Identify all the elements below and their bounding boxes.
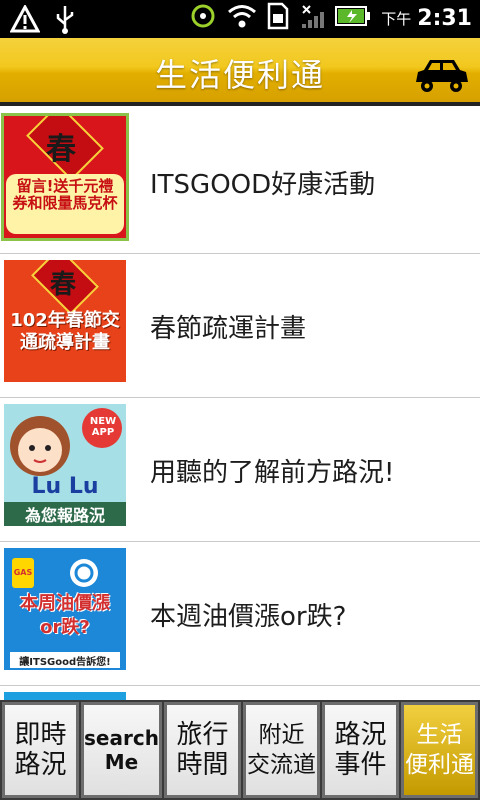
tab-label: 旅行: [176, 720, 229, 750]
promo-thumbnail: 春 留言!送千元禮券和限量馬克杯: [1, 113, 129, 241]
status-time: 2:31: [417, 5, 472, 31]
tab-search-me[interactable]: search Me: [81, 702, 162, 798]
item-list: 春 留言!送千元禮券和限量馬克杯 ITSGOOD好康活動 春 102年春節交通疏…: [0, 110, 480, 700]
signal-icon: [299, 2, 325, 34]
wifi-icon: [227, 3, 257, 33]
tab-label: 即時: [14, 720, 67, 750]
lulu-app-thumbnail: NEW APP Lu Lu 為您報路況: [4, 404, 126, 526]
promo-thumbnail-text: 留言!送千元禮券和限量馬克杯: [12, 177, 118, 212]
tab-label: 路況: [14, 750, 67, 780]
fuel-price-thumbnail: GAS 本周油價漲or跌? 讓ITSGood告訴您!: [4, 548, 126, 670]
gas-label: GAS: [13, 568, 33, 577]
page-title: 生活便利通: [154, 56, 325, 94]
list-item[interactable]: NEW APP Lu Lu 為您報路況 用聽的了解前方路況!: [0, 398, 480, 542]
lulu-app-name: Lu Lu: [31, 474, 99, 499]
fuel-price-subtext: 讓ITSGood告訴您!: [19, 657, 111, 668]
next-thumbnail: [4, 692, 126, 700]
list-item-label: ITSGOOD好康活動: [150, 169, 376, 200]
bottom-tab-bar: 即時 路況 search Me 旅行 時間 附近 交流道 路況 事件 生活 便利通: [0, 700, 480, 800]
traffic-plan-thumbnail: 春 102年春節交通疏導計畫: [4, 260, 126, 382]
sim-icon: [267, 2, 289, 34]
new-app-badge: NEW APP: [89, 416, 117, 438]
list-item-label: 春節疏運計畫: [150, 313, 307, 344]
tab-label: 便利通: [404, 752, 474, 778]
car-icon[interactable]: [410, 54, 470, 94]
list-item-label: 本週油價漲or跌?: [150, 601, 347, 632]
list-item-label: 用聽的了解前方路況!: [150, 457, 395, 488]
usb-icon: [54, 4, 76, 38]
list-item[interactable]: GAS 本周油價漲or跌? 讓ITSGood告訴您! 本週油價漲or跌?: [0, 542, 480, 686]
tab-life-convenience[interactable]: 生活 便利通: [400, 702, 478, 798]
traffic-plan-thumbnail-top: 春: [50, 270, 77, 300]
tab-label: 生活: [416, 722, 463, 748]
gps-icon: [189, 2, 217, 34]
tab-label: 事件: [334, 750, 387, 780]
tab-label: Me: [104, 750, 139, 774]
list-item[interactable]: 春 102年春節交通疏導計畫 春節疏運計畫: [0, 254, 480, 398]
list-item[interactable]: [0, 686, 480, 700]
tab-travel-time[interactable]: 旅行 時間: [163, 702, 241, 798]
tab-live-traffic[interactable]: 即時 路況: [2, 702, 80, 798]
tab-label: 附近: [258, 722, 305, 748]
traffic-plan-thumbnail-text: 102年春節交通疏導計畫: [10, 310, 120, 353]
list-item[interactable]: 春 留言!送千元禮券和限量馬克杯 ITSGOOD好康活動: [0, 110, 480, 254]
status-ampm: 下午: [381, 9, 412, 28]
app-header: 生活便利通: [0, 38, 480, 106]
promo-thumbnail-top: 春: [46, 132, 76, 167]
status-bar: 下午 2:31: [0, 0, 480, 38]
tab-traffic-events[interactable]: 路況 事件: [321, 702, 399, 798]
tab-label: search: [84, 726, 159, 750]
fuel-price-text: 本周油價漲or跌?: [20, 593, 110, 638]
tab-label: 路況: [334, 720, 387, 750]
tab-label: 交流道: [246, 752, 316, 778]
battery-icon: [335, 4, 371, 32]
alert-icon: [9, 3, 41, 37]
tab-nearby-interchange[interactable]: 附近 交流道: [242, 702, 320, 798]
lulu-app-text: 為您報路況: [4, 502, 126, 526]
tab-label: 時間: [176, 750, 229, 780]
